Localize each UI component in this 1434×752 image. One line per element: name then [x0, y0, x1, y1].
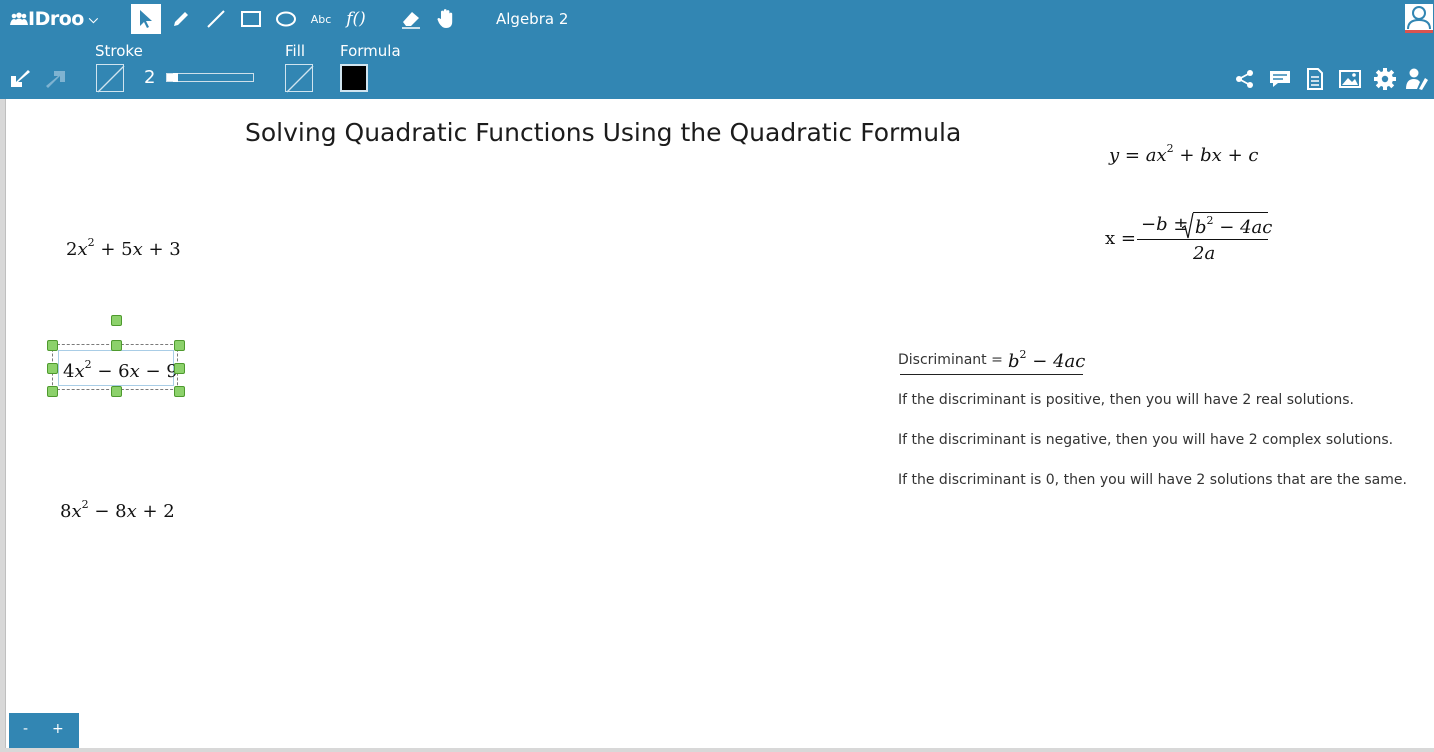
discriminant-note-positive[interactable]: If the discriminant is positive, then yo…	[898, 392, 1354, 408]
pencil-tool-button[interactable]	[166, 4, 196, 34]
discriminant-note-zero[interactable]: If the discriminant is 0, then you will …	[898, 472, 1407, 488]
hand-icon	[437, 9, 453, 28]
eraser-icon	[402, 12, 420, 29]
redo-button[interactable]	[44, 68, 68, 94]
resize-handle-e[interactable]	[174, 363, 185, 374]
formula-tool-button[interactable]: f()	[341, 4, 371, 34]
user-icon	[1407, 6, 1431, 30]
formula-tool-label: f()	[346, 9, 366, 29]
no-color-icon	[97, 65, 125, 93]
formula-numerator-b: b2 − 4ac	[1195, 214, 1273, 238]
discriminant-note-negative[interactable]: If the discriminant is negative, then yo…	[898, 432, 1393, 448]
gear-icon	[1374, 68, 1396, 90]
text-tool-label: Abc	[310, 12, 332, 26]
sqrt-bar	[1193, 212, 1268, 213]
user-settings-icon	[1406, 68, 1428, 90]
stroke-label: Stroke	[95, 42, 143, 60]
text-tool-button[interactable]: Abc	[306, 4, 336, 34]
top-toolbar: IDroo ⌵ Abc f() Algebra 2 Stroke Fill Fo…	[0, 0, 1434, 99]
comment-icon	[1270, 71, 1290, 87]
chevron-down-icon[interactable]: ⌵	[89, 12, 98, 27]
image-button[interactable]	[1338, 67, 1362, 91]
document-icon	[1307, 68, 1323, 90]
formula-denominator: 2a	[1193, 243, 1216, 264]
formula-label: Formula	[340, 42, 401, 60]
formula-color-swatch[interactable]	[340, 64, 368, 92]
rectangle-icon	[241, 11, 261, 27]
resize-handle-ne[interactable]	[174, 340, 185, 351]
user-settings-button[interactable]	[1406, 67, 1430, 91]
resize-handle-s[interactable]	[111, 386, 122, 397]
share-button[interactable]	[1233, 67, 1257, 91]
user-avatar[interactable]	[1405, 4, 1433, 33]
pencil-icon	[174, 12, 188, 26]
quadratic-expression-3[interactable]: 8x2 − 8x + 2	[60, 498, 175, 522]
image-icon	[1339, 70, 1361, 88]
canvas-left-border	[0, 99, 6, 752]
discriminant-underline	[900, 374, 1083, 375]
idroo-logo[interactable]: IDroo ⌵	[10, 8, 98, 30]
formula-lhs: x =	[1105, 228, 1136, 249]
zoom-controls: - +	[9, 713, 79, 748]
zoom-out-button[interactable]: -	[23, 721, 28, 737]
slider-handle[interactable]	[173, 73, 178, 82]
ellipse-tool-button[interactable]	[271, 4, 301, 34]
fill-label: Fill	[285, 42, 306, 60]
document-button[interactable]	[1303, 67, 1327, 91]
sqrt-sign	[1182, 212, 1194, 239]
settings-button[interactable]	[1373, 67, 1397, 91]
zoom-in-button[interactable]: +	[52, 721, 64, 737]
arrow-down-left-icon	[11, 70, 30, 87]
arrow-up-right-icon	[46, 71, 65, 88]
ellipse-icon	[276, 11, 296, 27]
undo-button[interactable]	[8, 68, 32, 94]
standard-form-formula[interactable]: y = ax2 + bx + c	[1109, 142, 1258, 166]
canvas-bottom-border	[0, 748, 1434, 752]
logo-text: IDroo	[28, 8, 84, 30]
fraction-bar	[1137, 239, 1268, 240]
share-icon	[1236, 70, 1253, 88]
stroke-color-swatch[interactable]	[96, 64, 125, 93]
resize-handle-sw[interactable]	[47, 386, 58, 397]
stroke-width-value: 2	[144, 67, 156, 88]
quadratic-expression-1[interactable]: 2x2 + 5x + 3	[66, 236, 181, 260]
quadratic-expression-2[interactable]: 4x2 − 6x − 9	[63, 358, 178, 382]
canvas-title[interactable]: Solving Quadratic Functions Using the Qu…	[245, 118, 961, 147]
rectangle-tool-button[interactable]	[236, 4, 266, 34]
arrow-pointer-icon	[140, 10, 152, 28]
select-tool-button[interactable]	[131, 4, 161, 34]
resize-handle-w[interactable]	[47, 363, 58, 374]
resize-handle-se[interactable]	[174, 386, 185, 397]
rotate-handle[interactable]	[111, 315, 122, 326]
discriminant-formula[interactable]: b2 − 4ac	[1008, 348, 1085, 372]
hand-tool-button[interactable]	[431, 4, 461, 34]
comment-button[interactable]	[1268, 67, 1292, 91]
stroke-width-slider[interactable]	[166, 73, 254, 82]
people-icon	[10, 12, 28, 25]
line-icon	[207, 10, 225, 28]
no-color-icon	[286, 65, 314, 93]
document-title[interactable]: Algebra 2	[496, 10, 568, 28]
resize-handle-n[interactable]	[111, 340, 122, 351]
discriminant-label[interactable]: Discriminant =	[898, 352, 1003, 368]
resize-handle-nw[interactable]	[47, 340, 58, 351]
line-tool-button[interactable]	[201, 4, 231, 34]
eraser-tool-button[interactable]	[396, 4, 426, 34]
fill-color-swatch[interactable]	[285, 64, 314, 93]
